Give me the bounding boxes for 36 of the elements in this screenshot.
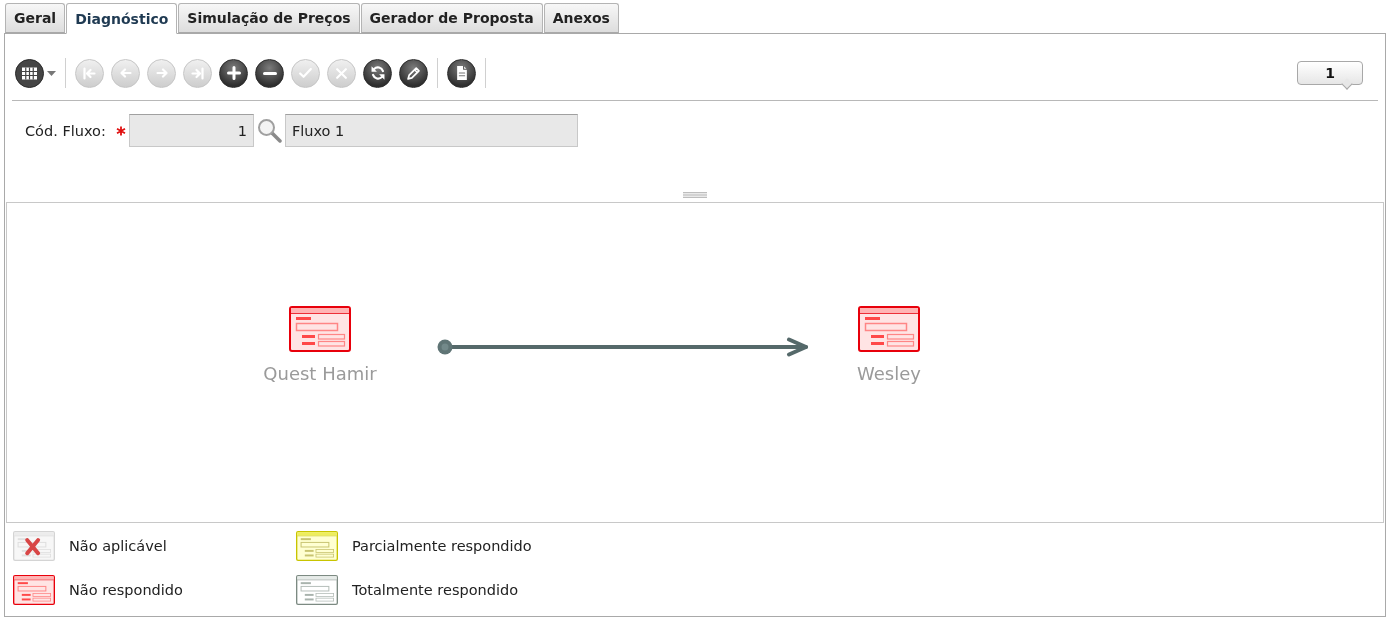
tab[interactable]: Geral [5,3,66,33]
minus-icon [262,71,277,75]
tab[interactable]: Anexos [543,3,619,33]
refresh-button[interactable] [363,58,392,88]
edit-button[interactable] [399,58,428,88]
document-icon [456,66,467,80]
pencil-icon [407,66,420,80]
left-arrow-icon [119,68,132,78]
bar-left-arrow-icon [83,66,96,80]
remove-button[interactable] [255,58,284,88]
right-arrow-icon [155,68,168,78]
caret-icon [47,70,56,76]
description-field[interactable]: Fluxo 1 [284,114,578,147]
field-label: Cód. Fluxo: [25,122,106,139]
check-icon [299,68,312,78]
splitter-grip-icon[interactable] [683,192,707,198]
circular-arrows-icon [370,66,385,80]
tab[interactable]: Simulação de Preços [178,3,360,33]
tab[interactable]: Gerador de Proposta [360,3,543,33]
legend-label: Não aplicável [69,538,167,554]
tab[interactable]: Diagnóstico [66,3,178,34]
x-icon [336,67,347,79]
search-icon[interactable] [256,118,282,143]
report-button[interactable] [447,58,476,88]
node-label: Quest Hamir [263,363,377,384]
plus-icon [226,66,241,80]
add-button[interactable] [219,58,248,88]
grid-menu-button[interactable] [15,58,56,88]
legend-label: Totalmente respondido [352,582,518,598]
code-field[interactable]: 1 [128,114,254,147]
right-arrow-bar-icon [191,66,204,80]
grid-icon [15,58,44,88]
record-counter: 1 [1297,61,1363,91]
legend-label: Parcialmente respondido [352,538,532,554]
legend-label: Não respondido [69,582,183,598]
node-label: Wesley [857,363,921,384]
